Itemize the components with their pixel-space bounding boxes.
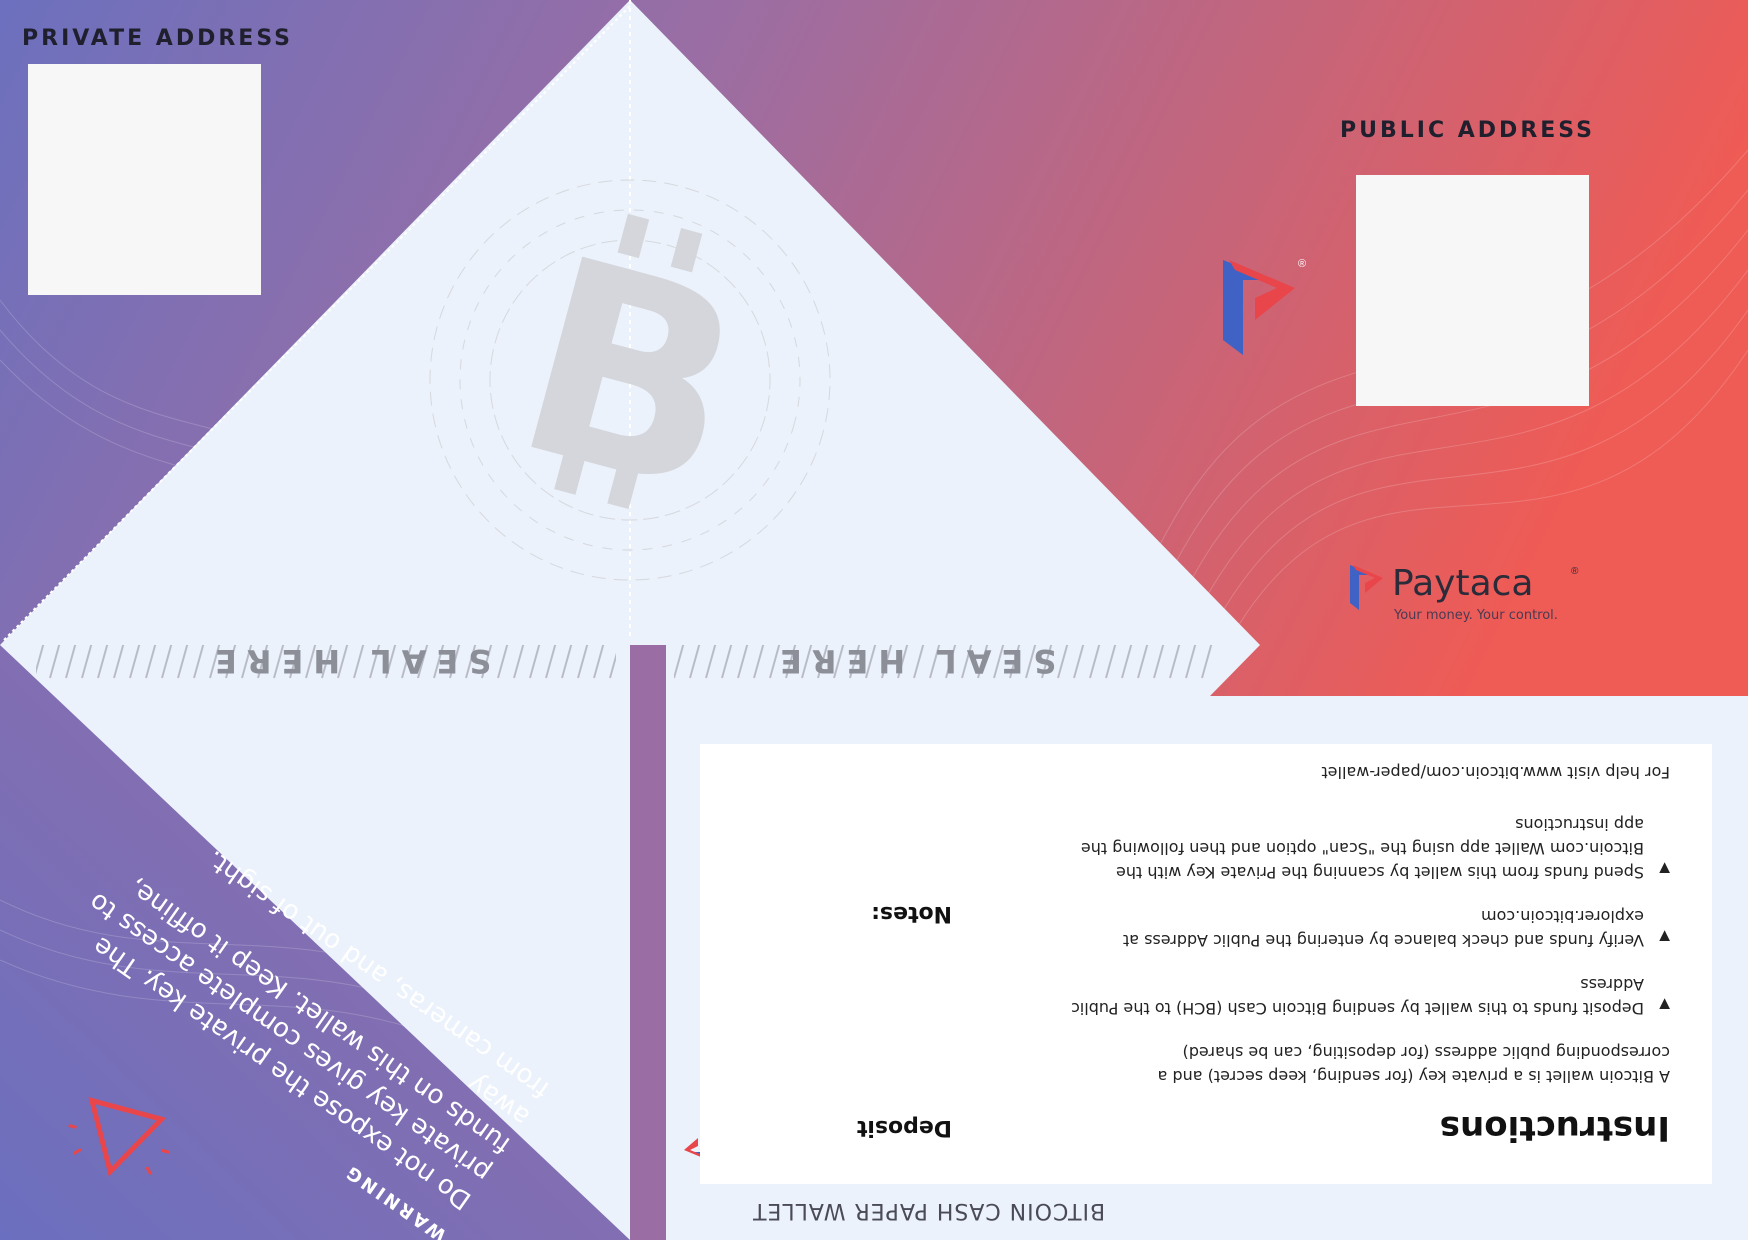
step-line: Bitcoin.com Wallet app using the "Scan" … — [1080, 839, 1644, 858]
bullet-arrow-icon: ▼ — [1659, 928, 1670, 944]
step-line: Address — [1580, 975, 1644, 994]
paper-wallet-sheet: B PRIVATE ADDRESS PUBLIC ADDRESS ® Payta… — [0, 0, 1748, 1246]
step-line: Spend funds from this wallet by scanning… — [1116, 863, 1644, 882]
brand-name: Paytaca — [1392, 563, 1534, 604]
seal-label-left: SEAL HERE — [205, 642, 492, 680]
bullet-arrow-icon: ▼ — [1659, 860, 1670, 876]
step-line: Verify funds and check balance by enteri… — [1122, 931, 1644, 950]
instruction-step: ▼ Verify funds and check balance by ente… — [1123, 904, 1670, 952]
wallet-title: BITCOIN CASH PAPER WALLET — [752, 1198, 1106, 1223]
intro-line: corresponding public address (for deposi… — [1182, 1043, 1670, 1062]
private-address-label: PRIVATE ADDRESS — [22, 26, 294, 51]
instructions-heading: Instructions — [1439, 1108, 1670, 1148]
public-address-qr-placeholder — [1356, 175, 1589, 406]
instructions-card: Instructions A Bitcoin wallet is a priva… — [700, 744, 1712, 1184]
private-key-qr-placeholder — [28, 64, 261, 295]
step-line: Deposit funds to this wallet by sending … — [1071, 999, 1644, 1018]
step-line: app instructions — [1515, 815, 1644, 834]
brand-registered: ® — [1571, 566, 1579, 577]
step-line: explorer.bitcoin.com — [1481, 907, 1644, 926]
seal-label-right: SEAL HERE — [770, 642, 1057, 680]
instruction-step: ▼ Deposit funds to this wallet by sendin… — [1071, 972, 1670, 1020]
registered-mark: ® — [1298, 258, 1307, 270]
deposit-label: Deposit — [856, 1115, 952, 1140]
bullet-arrow-icon: ▼ — [1659, 996, 1670, 1012]
intro-line: A Bitcoin wallet is a private key (for s… — [1157, 1067, 1670, 1086]
public-address-label: PUBLIC ADDRESS — [1340, 118, 1595, 143]
brand-tagline: Your money. Your control. — [1394, 608, 1558, 623]
instructions-intro: A Bitcoin wallet is a private key (for s… — [1158, 1040, 1670, 1088]
notes-label: Notes: — [871, 901, 952, 926]
help-link-text: For help visit www.bitcoin.com/paper-wal… — [1321, 763, 1670, 782]
instruction-step: ▼ Spend funds from this wallet by scanni… — [1081, 812, 1670, 884]
